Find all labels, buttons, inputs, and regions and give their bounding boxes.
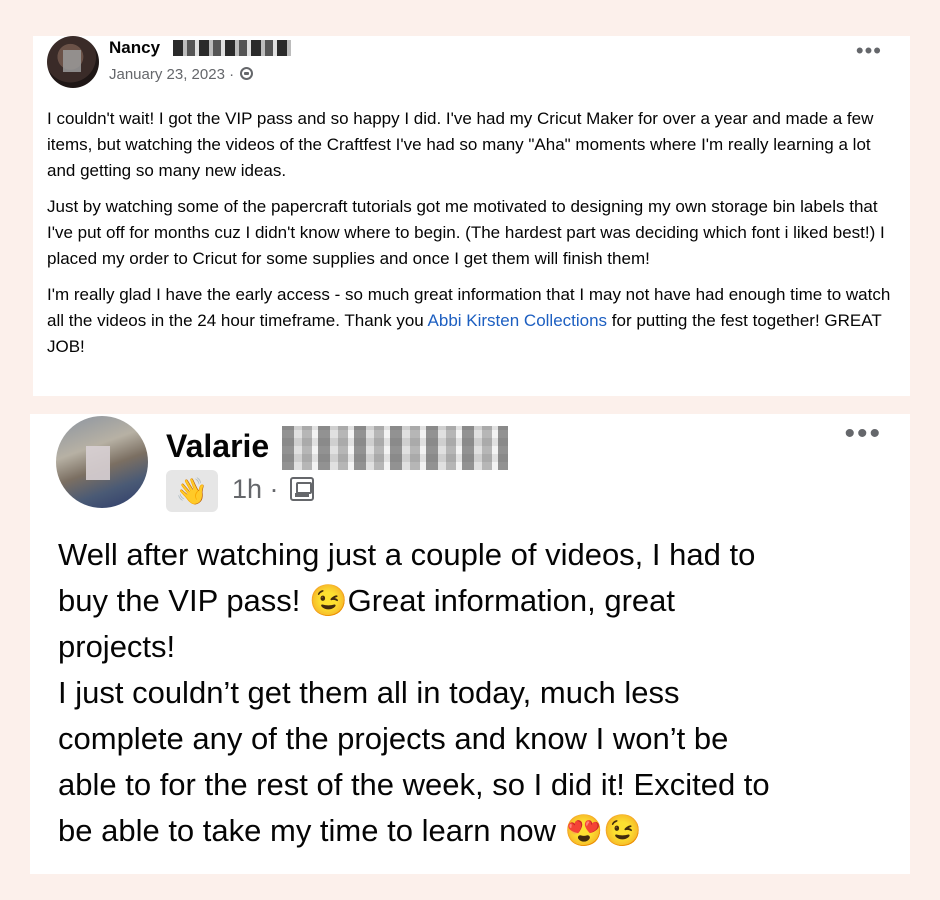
post-date[interactable]: January 23, 2023 · [109, 66, 234, 83]
avatar-redaction [63, 50, 81, 72]
avatar[interactable] [47, 36, 99, 88]
author-name[interactable]: Nancy [109, 38, 160, 58]
post-line: Well after watching just a couple of vid… [58, 537, 756, 572]
author-name[interactable]: Valarie [166, 428, 269, 465]
more-dots-icon[interactable]: ••• [856, 40, 882, 62]
globe-icon [240, 67, 254, 80]
more-dots-icon[interactable]: ••• [844, 419, 882, 449]
post-card-valarie: Valarie 👋 1h · ••• Well after watching j… [30, 414, 910, 874]
post-paragraph: I couldn't wait! I got the VIP pass and … [47, 109, 874, 180]
mention-link[interactable]: Abbi Kirsten Collections [428, 311, 608, 330]
avatar-redaction [86, 446, 110, 480]
post-time[interactable]: 1h · [232, 474, 279, 504]
post-meta: January 23, 2023 · [109, 66, 254, 83]
post-line: able to for the rest of the week, so I d… [58, 767, 770, 802]
post-line: projects! [58, 629, 176, 664]
avatar[interactable] [56, 416, 148, 508]
name-redaction [282, 426, 508, 470]
post-body: Well after watching just a couple of vid… [58, 532, 898, 854]
waving-hand-icon: 👋 [166, 470, 218, 512]
post-line: I just couldn’t get them all in today, m… [58, 675, 680, 710]
post-card-nancy: Nancy January 23, 2023 · ••• I couldn't … [33, 36, 910, 396]
name-redaction [173, 40, 291, 56]
post-line: complete any of the projects and know I … [58, 721, 729, 756]
post-paragraph: Just by watching some of the papercraft … [47, 197, 885, 268]
post-paragraph: I'm really glad I have the early access … [47, 282, 897, 360]
post-line: buy the VIP pass! 😉Great information, gr… [58, 583, 676, 618]
post-body: I couldn't wait! I got the VIP pass and … [47, 106, 897, 370]
image-icon [290, 477, 315, 501]
post-line: be able to take my time to learn now 😍😉 [58, 813, 642, 848]
post-meta: 1h · [232, 474, 315, 505]
